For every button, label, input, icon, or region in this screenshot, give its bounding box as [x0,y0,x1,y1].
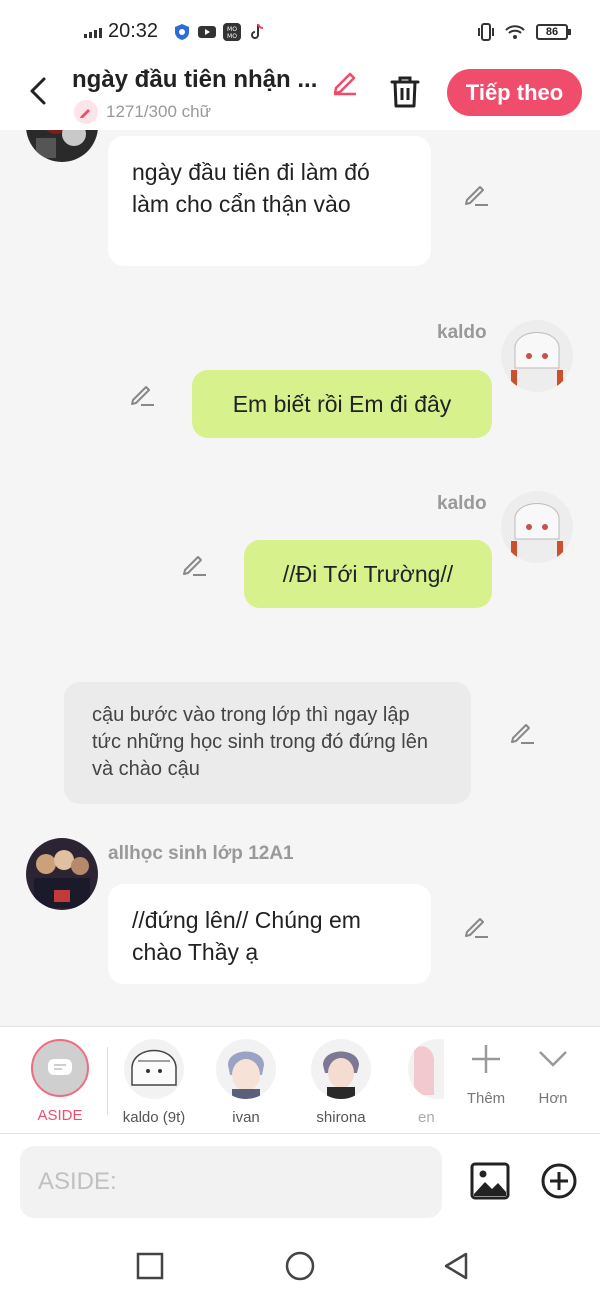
divider [107,1047,108,1115]
edit-message-icon[interactable] [180,550,208,578]
tiktok-icon [247,22,267,42]
vibrate-icon [476,22,496,42]
avatar[interactable] [26,130,98,162]
edit-message-icon[interactable] [462,180,490,208]
avatar[interactable] [26,838,98,910]
delete-button[interactable] [388,74,422,110]
plus-circle-icon[interactable] [540,1162,578,1200]
avatar[interactable] [501,491,573,563]
edit-message-icon[interactable] [462,912,490,940]
avatar [311,1039,371,1099]
add-label: Thêm [466,1090,506,1107]
character-label: en [418,1109,435,1126]
shield-app-icon [172,22,192,42]
next-button[interactable]: Tiếp theo [447,69,582,116]
more-label: Hơn [538,1090,568,1107]
character-label: ivan [232,1109,260,1126]
youtube-icon [197,22,217,42]
plus-icon [468,1045,504,1081]
avatar [216,1039,276,1099]
navigation-bar [0,1232,600,1300]
edit-message-icon[interactable] [508,718,536,746]
status-time: 20:32 [108,20,159,42]
chat-area[interactable]: ngày đầu tiên đi làm đó làm cho cẩn thận… [0,130,600,1026]
char-count: 1271/300 chữ [106,102,211,121]
pencil-icon [74,100,98,124]
char-count-row: 1271/300 chữ [74,100,211,124]
message-bubble[interactable]: ngày đầu tiên đi làm đó làm cho cẩn thận… [108,136,431,266]
character-kaldo[interactable]: kaldo (9t) [115,1039,193,1126]
message-input[interactable] [20,1146,442,1218]
edit-title-icon[interactable] [330,66,360,96]
sender-name: kaldo [437,493,487,514]
character-ivan[interactable]: ivan [213,1039,279,1126]
sender-name: kaldo [437,322,487,343]
back-button[interactable] [24,74,54,108]
recent-apps-button[interactable] [134,1250,166,1282]
momo-icon: MO MO [222,22,242,42]
edit-message-icon[interactable] [128,380,156,408]
image-button[interactable] [470,1162,510,1200]
character-bar: ASIDE kaldo (9t) ivan shirona en Thêm Hơ… [0,1026,600,1134]
svg-text:MO: MO [227,33,237,40]
message-bubble[interactable]: Em biết rồi Em đi đây [192,370,492,438]
wifi-icon [504,22,525,42]
character-label: kaldo (9t) [122,1109,186,1126]
character-label: ASIDE [37,1107,83,1124]
message-bubble[interactable]: //đứng lên// Chúng em chào Thầy ạ [108,884,431,984]
character-en[interactable]: en [408,1039,444,1126]
signal-icon [84,28,102,38]
aside-bubble[interactable]: cậu bước vào trong lớp thì ngay lập tức … [64,682,471,804]
character-shirona[interactable]: shirona [308,1039,374,1126]
input-area [0,1134,600,1232]
story-title[interactable]: ngày đầu tiên nhận ... [72,66,332,94]
character-aside[interactable]: ASIDE [20,1039,100,1124]
battery-icon: 86 [536,24,571,40]
avatar[interactable] [501,320,573,392]
header: ngày đầu tiên nhận ... 1271/300 chữ Tiếp… [0,62,600,130]
sender-name: allhọc sinh lớp 12A1 [108,843,294,864]
add-character-button[interactable]: Thêm [456,1041,516,1107]
avatar [124,1039,184,1099]
svg-text:MO: MO [227,26,237,33]
message-bubble[interactable]: //Đi Tới Trường// [244,540,492,608]
more-button[interactable]: Hơn [523,1041,583,1107]
avatar [408,1039,444,1099]
home-button[interactable] [284,1250,316,1282]
character-label: shirona [316,1109,366,1126]
status-bar: 20:32 MO MO 86 [0,0,600,62]
back-nav-button[interactable] [440,1250,472,1282]
chat-bubble-icon [31,1039,89,1097]
chevron-down-icon [535,1051,571,1081]
